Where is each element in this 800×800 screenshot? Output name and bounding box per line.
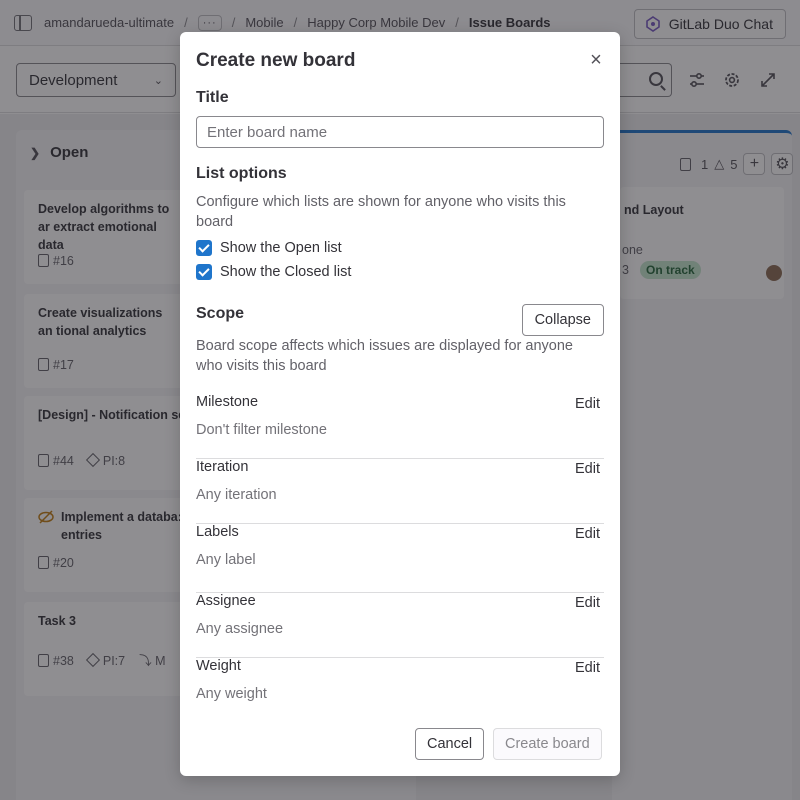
show-closed-list-row[interactable]: Show the Closed list <box>196 264 351 280</box>
cancel-button[interactable]: Cancel <box>415 728 485 760</box>
show-open-list-label[interactable]: Show the Open list <box>220 240 342 256</box>
create-board-modal: Create new board × Title List options Co… <box>180 32 620 776</box>
edit-assignee-button[interactable]: Edit <box>575 595 600 611</box>
modal-title: Create new board <box>196 50 356 71</box>
show-closed-list-label[interactable]: Show the Closed list <box>220 264 351 280</box>
edit-labels-button[interactable]: Edit <box>575 526 600 542</box>
list-options-label: List options <box>196 165 287 182</box>
close-icon[interactable]: × <box>588 50 604 70</box>
edit-iteration-button[interactable]: Edit <box>575 461 600 477</box>
scope-weight-value: Any weight <box>196 686 267 702</box>
collapse-button[interactable]: Collapse <box>521 304 604 336</box>
scope-iteration-value: Any iteration <box>196 487 277 503</box>
scope-assignee-value: Any assignee <box>196 621 284 637</box>
title-label: Title <box>196 89 229 106</box>
scope-assignee: Assignee Edit Any assignee <box>196 593 604 658</box>
show-closed-list-checkbox[interactable] <box>196 264 212 280</box>
scope-milestone: Milestone Edit Don't filter milestone <box>196 394 604 459</box>
list-options-help: Configure which lists are shown for anyo… <box>196 194 566 230</box>
scope-help: Board scope affects which issues are dis… <box>196 338 573 374</box>
scope-milestone-value: Don't filter milestone <box>196 422 327 438</box>
scope-assignee-label: Assignee <box>196 593 256 609</box>
scope-iteration: Iteration Edit Any iteration <box>196 459 604 524</box>
scope-labels: Labels Edit Any label <box>196 524 604 593</box>
scope-iteration-label: Iteration <box>196 459 249 475</box>
edit-weight-button[interactable]: Edit <box>575 660 600 676</box>
scope-labels-value: Any label <box>196 552 256 568</box>
scope-milestone-label: Milestone <box>196 394 259 410</box>
scope-weight-label: Weight <box>196 658 241 674</box>
board-name-input[interactable] <box>196 116 604 148</box>
scope-weight: Weight Edit Any weight <box>196 658 604 723</box>
create-board-button[interactable]: Create board <box>493 728 602 760</box>
edit-milestone-button[interactable]: Edit <box>575 396 600 412</box>
show-open-list-checkbox[interactable] <box>196 240 212 256</box>
show-open-list-row[interactable]: Show the Open list <box>196 240 342 256</box>
scope-labels-label: Labels <box>196 524 239 540</box>
scope-label: Scope <box>196 305 245 322</box>
